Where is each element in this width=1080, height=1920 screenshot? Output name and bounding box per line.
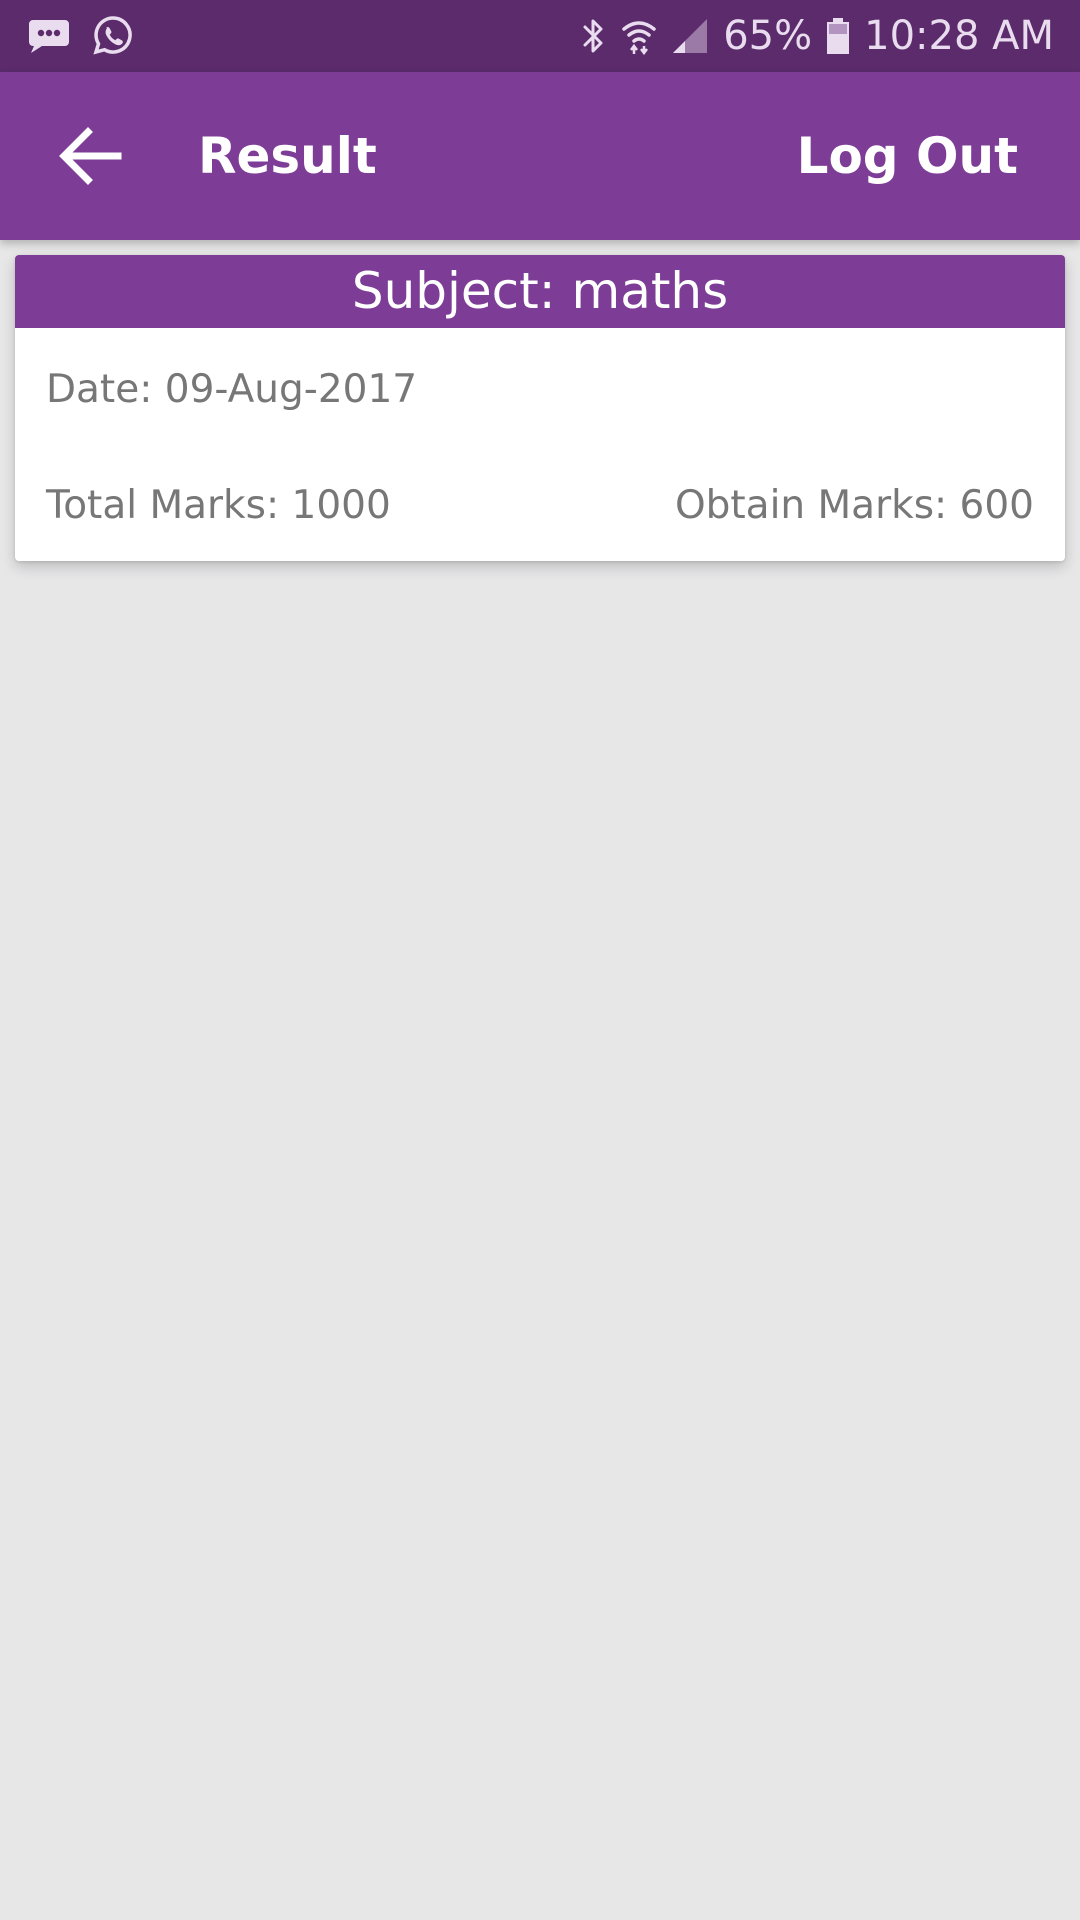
bluetooth-icon xyxy=(583,19,603,53)
battery-icon xyxy=(827,18,850,54)
clock: 10:28 AM xyxy=(864,13,1054,59)
page-title: Result xyxy=(198,127,377,185)
app-bar: Result Log Out xyxy=(0,72,1080,240)
subject-header: Subject: maths xyxy=(15,255,1065,328)
result-date: Date: 09-Aug-2017 xyxy=(46,367,418,412)
logout-button[interactable]: Log Out xyxy=(797,124,1018,188)
total-marks: Total Marks: 1000 xyxy=(46,483,391,528)
obtain-marks: Obtain Marks: 600 xyxy=(674,483,1034,528)
cell-signal-icon xyxy=(673,19,708,53)
system-status: 65% 10:28 AM xyxy=(581,10,1054,62)
back-button[interactable] xyxy=(50,116,130,196)
wifi-icon xyxy=(622,21,656,55)
battery-percent: 65% xyxy=(723,13,813,59)
status-bar: 65% 10:28 AM xyxy=(0,0,1080,72)
whatsapp-icon xyxy=(93,16,132,55)
messages-icon xyxy=(29,20,69,53)
result-card[interactable]: Subject: maths Date: 09-Aug-2017 Total M… xyxy=(15,255,1065,561)
notification-icons xyxy=(28,14,134,58)
arrow-left-icon xyxy=(59,127,122,185)
